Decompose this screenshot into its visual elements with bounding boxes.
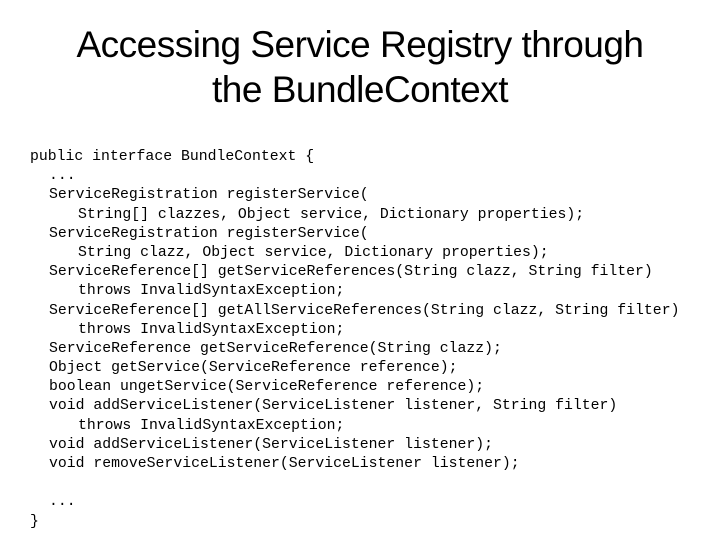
slide-title: Accessing Service Registry through the B… [0,22,720,112]
code-line: String clazz, Object service, Dictionary… [78,244,549,261]
code-line: ServiceRegistration registerService( [49,225,369,242]
code-line: ServiceReference[] getAllServiceReferenc… [49,302,680,319]
code-line: ServiceReference getServiceReference(Str… [49,340,502,357]
code-line: void addServiceListener(ServiceListener … [49,436,493,453]
code-line: ... [49,494,76,511]
code-line: } [30,513,39,530]
code-line: public interface BundleContext { [30,149,315,165]
code-line: Object getService(ServiceReference refer… [49,360,458,377]
code-line: String[] clazzes, Object service, Dictio… [78,206,585,223]
code-line: void removeServiceListener(ServiceListen… [49,456,520,472]
code-line: throws InvalidSyntaxException; [78,417,345,434]
slide-title-line: the BundleContext [212,69,508,110]
code-line: ... [49,168,76,185]
code-line: ServiceRegistration registerService( [49,187,369,204]
code-line: void addServiceListener(ServiceListener … [49,398,618,415]
code-line: boolean ungetService(ServiceReference re… [49,379,485,396]
code-line: throws InvalidSyntaxException; [78,283,345,300]
code-block: public interface BundleContext {... Servi… [30,148,679,532]
code-line: ServiceReference[] getServiceReferences(… [49,264,653,281]
slide-title-line: Accessing Service Registry through [76,24,644,65]
code-line: throws InvalidSyntaxException; [78,321,345,338]
